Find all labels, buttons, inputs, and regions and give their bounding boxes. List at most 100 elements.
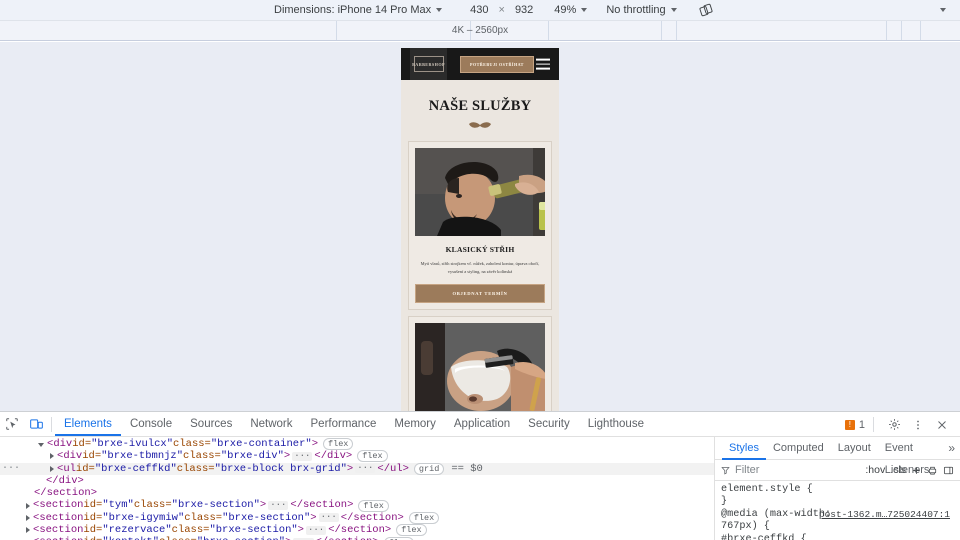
collapsed-children-icon[interactable]: ··· — [305, 525, 327, 535]
display-mode-badge[interactable]: flex — [396, 524, 427, 537]
tab-network[interactable]: Network — [241, 412, 301, 436]
rotate-icon[interactable] — [699, 3, 713, 17]
page-preview-area: BARBERSHOP POTŘEBUJI OSTŘÍHAT NAŠE SLUŽB… — [0, 42, 960, 411]
dom-closing-tag: </section> — [340, 511, 404, 524]
ruler-label: 4K – 2560px — [451, 25, 509, 36]
expand-arrow-icon[interactable] — [26, 502, 30, 509]
display-mode-badge[interactable]: grid — [413, 462, 445, 475]
viewport-height-value: 932 — [514, 4, 534, 16]
css-rule-line: } — [721, 496, 728, 508]
tab-layout[interactable]: Layout — [831, 437, 878, 460]
device-dimensions-dropdown[interactable]: Dimensions: iPhone 14 Pro Max — [274, 4, 443, 16]
stylesheet-source-link[interactable]: post-1362.m…725024407:1 — [819, 509, 950, 521]
toggle-sidebar-icon[interactable] — [943, 465, 954, 476]
dom-tree-row[interactable]: < div id= "brxe-tbmnjz" class= "brxe-div" > ·… — [0, 450, 714, 463]
tab-application[interactable]: Application — [445, 412, 519, 436]
dom-token: ul — [63, 462, 76, 475]
collapse-arrow-icon[interactable] — [38, 442, 44, 447]
dom-tree-row[interactable]: </section> — [0, 487, 714, 499]
css-selector-line[interactable]: #brxe-ceffkd { — [721, 534, 954, 540]
dom-token: > — [346, 462, 354, 475]
collapsed-children-icon[interactable]: ··· — [318, 513, 339, 523]
device-emulation-toolbar: Dimensions: iPhone 14 Pro Max 430 × 932 … — [0, 0, 960, 21]
more-options-icon[interactable] — [906, 413, 930, 437]
styles-pane: Styles Computed Layout Event Listeners »… — [714, 437, 960, 540]
tab-security[interactable]: Security — [519, 412, 579, 436]
dom-token: "brxe-tbmnjz" — [101, 450, 184, 463]
dom-closing-tag: </section> — [328, 524, 392, 537]
viewport-height-input[interactable]: 932 — [515, 4, 533, 16]
dom-tree-row[interactable]: < section id= "rezervace" class= "brxe-sect… — [0, 524, 714, 537]
dom-tree-row[interactable]: ··· < ul id= "brxe-ceffkd" class= "brxe-bloc… — [0, 463, 714, 475]
dom-tree-row[interactable]: < section id= "brxe-igymiw" class= "brxe-se… — [0, 512, 714, 524]
dom-token: class= — [173, 438, 211, 450]
dom-token: id= — [72, 438, 92, 450]
dom-token: "brxe-div" — [220, 450, 284, 463]
collapsed-children-icon[interactable]: ··· — [355, 464, 376, 474]
display-mode-badge[interactable]: flex — [357, 450, 388, 463]
dom-tree-row[interactable]: < section id= "tym" class= "brxe-section" > ·… — [0, 499, 714, 512]
display-mode-badge[interactable]: flex — [358, 499, 389, 512]
expand-arrow-icon[interactable] — [26, 514, 30, 521]
error-count-value: 1 — [858, 418, 865, 431]
dom-token: id= — [75, 462, 95, 475]
hamburger-menu-icon[interactable] — [536, 56, 550, 73]
expand-arrow-icon[interactable] — [26, 527, 30, 534]
dimension-separator: × — [498, 4, 505, 16]
device-toolbar-icon[interactable] — [24, 412, 48, 436]
collapsed-children-icon[interactable]: ··· — [268, 501, 289, 511]
dom-token: section — [39, 536, 83, 540]
collapsed-children-icon[interactable]: ··· — [292, 451, 313, 461]
display-mode-badge[interactable]: flex — [408, 511, 440, 524]
dom-token: "kontakt" — [102, 536, 159, 540]
gear-icon[interactable] — [882, 413, 906, 437]
dom-tree-row[interactable]: </div> — [0, 475, 714, 487]
dom-row-gutter: ··· — [2, 462, 21, 474]
display-mode-badge[interactable]: flex — [383, 536, 415, 540]
zoom-dropdown[interactable]: 49% — [554, 4, 588, 16]
dom-token: id= — [83, 524, 103, 537]
zoom-value: 49% — [554, 4, 577, 16]
emulated-viewport[interactable]: BARBERSHOP POTŘEBUJI OSTŘÍHAT NAŠE SLUŽB… — [401, 48, 559, 411]
header-cta-button[interactable]: POTŘEBUJI OSTŘÍHAT — [460, 55, 534, 73]
viewport-width-input[interactable]: 430 — [470, 4, 488, 16]
dom-token: "brxe-section" — [209, 524, 298, 537]
css-rules-list[interactable]: element.style { } @media (max-width: pos… — [715, 481, 960, 540]
tab-styles[interactable]: Styles — [722, 437, 766, 460]
service-card[interactable] — [408, 316, 552, 411]
devtools-panel: Elements Console Sources Network Perform… — [0, 411, 960, 540]
inspect-element-icon[interactable] — [0, 412, 24, 436]
tab-console[interactable]: Console — [121, 412, 181, 436]
display-mode-badge[interactable]: flex — [323, 438, 354, 451]
hover-state-button[interactable]: :hov — [865, 464, 885, 476]
dom-tree-row[interactable]: <section id="kontakt" class="brxe-sectio… — [0, 536, 714, 540]
expand-arrow-icon[interactable] — [50, 453, 54, 460]
service-card-image — [415, 148, 545, 236]
close-icon[interactable] — [930, 413, 954, 437]
dom-tree-pane[interactable]: < div id= "brxe-ivulcx" class= "brxe-contai… — [0, 437, 714, 540]
error-count-badge[interactable]: ! 1 — [844, 418, 865, 431]
throttling-dropdown[interactable]: No throttling — [606, 4, 677, 16]
tab-performance[interactable]: Performance — [302, 412, 386, 436]
tab-computed[interactable]: Computed — [766, 437, 831, 460]
dom-token: div — [63, 450, 83, 463]
book-appointment-button[interactable]: OBJEDNAT TERMÍN — [415, 284, 545, 304]
dom-token: > — [297, 524, 304, 537]
logo-diamond-shape: BARBERSHOP — [412, 56, 445, 72]
dom-tree-row[interactable]: < div id= "brxe-ivulcx" class= "brxe-contai… — [0, 438, 714, 451]
site-logo[interactable]: BARBERSHOP — [410, 48, 447, 80]
css-media-query: @media (max-width: — [721, 508, 832, 520]
styles-overflow-icon[interactable]: » — [948, 441, 955, 455]
toolbar-overflow-icon[interactable] — [940, 8, 946, 12]
chevron-down-icon — [670, 8, 677, 12]
expand-arrow-icon[interactable] — [50, 465, 54, 472]
tab-elements[interactable]: Elements — [55, 412, 121, 436]
tab-lighthouse[interactable]: Lighthouse — [579, 412, 653, 436]
chevron-down-icon — [581, 8, 588, 12]
tab-sources[interactable]: Sources — [181, 412, 241, 436]
dom-token: class= — [159, 536, 197, 540]
styles-filter-input[interactable]: Filter — [735, 464, 860, 476]
service-card[interactable]: KLASICKÝ STŘIH Mytí vlasů, střih strojke… — [408, 141, 552, 311]
tab-memory[interactable]: Memory — [385, 412, 445, 436]
logo-text: BARBERSHOP — [412, 61, 445, 67]
